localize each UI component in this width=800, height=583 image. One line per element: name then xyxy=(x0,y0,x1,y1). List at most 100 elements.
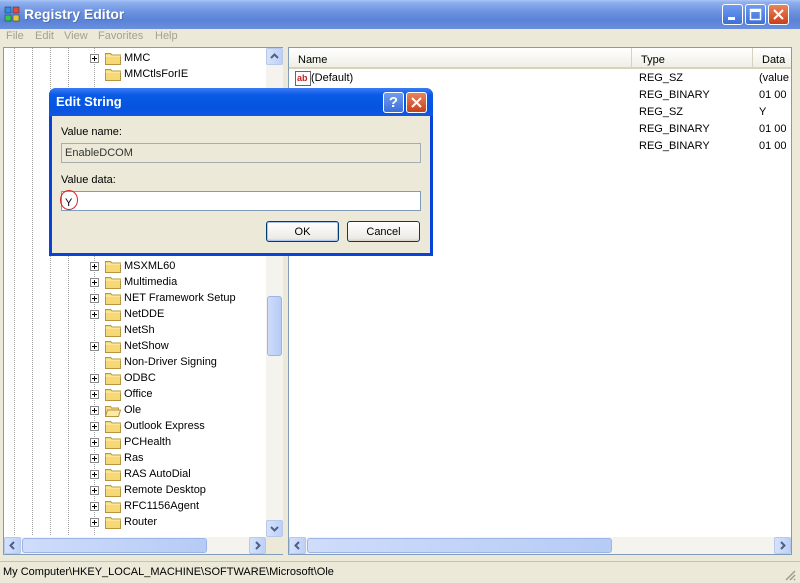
value-type: REG_BINARY xyxy=(639,89,710,101)
tree-item-label: NET Framework Setup xyxy=(124,292,236,304)
arrow-up-icon xyxy=(270,53,279,59)
folder-icon xyxy=(105,389,121,401)
minimize-button[interactable] xyxy=(722,4,743,25)
expand-toggle-icon[interactable] xyxy=(90,502,99,511)
folder-icon xyxy=(105,373,121,385)
edit-string-dialog[interactable]: Edit String ? Value name: EnableDCOM Val… xyxy=(49,88,433,256)
list-scroll-left-button[interactable] xyxy=(289,537,306,554)
window-title: Registry Editor xyxy=(24,6,125,22)
value-type: REG_BINARY xyxy=(639,123,710,135)
tree-item-label: Router xyxy=(124,516,158,528)
expand-toggle-icon[interactable] xyxy=(90,518,99,527)
folder-icon xyxy=(105,53,121,65)
tree-hscroll-thumb[interactable] xyxy=(22,538,207,553)
list-hscroll-thumb[interactable] xyxy=(307,538,612,553)
folder-icon xyxy=(105,309,121,321)
scroll-left-button[interactable] xyxy=(4,537,21,554)
expand-toggle-icon[interactable] xyxy=(90,390,99,399)
menu-bar: File Edit View Favorites Help xyxy=(0,29,800,46)
folder-icon xyxy=(105,293,121,305)
tree-horizontal-scrollbar[interactable] xyxy=(4,537,266,554)
arrow-right-icon xyxy=(255,541,261,550)
maximize-button[interactable] xyxy=(745,4,766,25)
close-icon xyxy=(411,97,422,108)
scroll-down-button[interactable] xyxy=(266,520,283,537)
value-name: (Default) xyxy=(311,72,354,84)
tree-item-label: NetShow xyxy=(124,340,169,352)
column-header-data[interactable]: Data xyxy=(753,48,791,69)
expand-toggle-icon[interactable] xyxy=(90,54,99,63)
tree-item-label: MMCtlsForIE xyxy=(124,68,189,80)
menu-help[interactable]: Help xyxy=(155,30,178,42)
folder-icon xyxy=(105,325,121,337)
expand-toggle-icon[interactable] xyxy=(90,422,99,431)
status-bar: My Computer\HKEY_LOCAL_MACHINE\SOFTWARE\… xyxy=(0,561,800,583)
column-header-type[interactable]: Type xyxy=(632,48,753,69)
menu-favorites[interactable]: Favorites xyxy=(98,30,143,42)
expand-toggle-icon[interactable] xyxy=(90,278,99,287)
menu-file[interactable]: File xyxy=(6,30,24,42)
ok-button[interactable]: OK xyxy=(266,221,339,242)
tree-scroll-thumb[interactable] xyxy=(267,296,282,356)
tree-item-label: Non-Driver Signing xyxy=(124,356,217,368)
list-scroll-right-button[interactable] xyxy=(774,537,791,554)
value-data: 01 00 xyxy=(759,140,787,152)
expand-toggle-icon[interactable] xyxy=(90,438,99,447)
tree-item-label: Office xyxy=(124,388,153,400)
arrow-down-icon xyxy=(270,526,279,532)
value-data-input[interactable] xyxy=(61,191,421,211)
folder-icon xyxy=(105,261,121,273)
tree-item-label: Remote Desktop xyxy=(124,484,206,496)
expand-toggle-icon[interactable] xyxy=(90,342,99,351)
expand-toggle-icon[interactable] xyxy=(90,406,99,415)
folder-icon xyxy=(105,69,121,81)
resize-grip-icon[interactable] xyxy=(783,568,796,581)
column-header-name[interactable]: Name xyxy=(289,48,632,69)
folder-icon xyxy=(105,277,121,289)
list-horizontal-scrollbar[interactable] xyxy=(289,537,791,554)
title-bar[interactable]: Registry Editor xyxy=(0,0,800,29)
value-type: REG_SZ xyxy=(639,72,684,84)
expand-toggle-icon[interactable] xyxy=(90,374,99,383)
expand-toggle-icon[interactable] xyxy=(90,454,99,463)
tree-item-label: NetSh xyxy=(124,324,155,336)
folder-icon xyxy=(105,485,121,497)
tree-item-label: Ras xyxy=(124,452,144,464)
scroll-up-button[interactable] xyxy=(266,48,283,65)
folder-icon xyxy=(105,437,121,449)
svg-text:ab: ab xyxy=(297,73,308,83)
value-data: (value xyxy=(759,72,789,84)
tree-guide-line xyxy=(14,48,15,535)
tree-item-label: RFC1156Agent xyxy=(124,500,200,512)
minimize-icon xyxy=(728,17,735,20)
folder-icon xyxy=(105,341,121,353)
folder-icon xyxy=(105,421,121,433)
close-window-button[interactable] xyxy=(768,4,789,25)
folder-icon xyxy=(105,453,121,465)
value-row[interactable]: ab (Default) REG_SZ (value xyxy=(289,70,791,87)
maximize-icon xyxy=(749,8,762,21)
tree-item-label: NetDDE xyxy=(124,308,165,320)
tree-item-label: PCHealth xyxy=(124,436,172,448)
open-folder-icon xyxy=(105,406,121,417)
menu-edit[interactable]: Edit xyxy=(35,30,54,42)
dialog-title-bar[interactable]: Edit String ? xyxy=(49,88,433,116)
dialog-help-button[interactable]: ? xyxy=(383,92,404,113)
arrow-right-icon xyxy=(780,541,786,550)
tree-item-label: ODBC xyxy=(124,372,156,384)
tree-item-label: Ole xyxy=(124,404,142,416)
value-data-label: Value data: xyxy=(61,174,116,186)
expand-toggle-icon[interactable] xyxy=(90,486,99,495)
dialog-close-button[interactable] xyxy=(406,92,427,113)
folder-icon xyxy=(105,517,121,529)
expand-toggle-icon[interactable] xyxy=(90,294,99,303)
menu-view[interactable]: View xyxy=(64,30,88,42)
expand-toggle-icon[interactable] xyxy=(90,262,99,271)
registry-editor-icon xyxy=(4,6,20,22)
highlight-circle xyxy=(60,190,78,210)
expand-toggle-icon[interactable] xyxy=(90,470,99,479)
value-name-label: Value name: xyxy=(61,126,122,138)
scroll-right-button[interactable] xyxy=(249,537,266,554)
expand-toggle-icon[interactable] xyxy=(90,310,99,319)
cancel-button[interactable]: Cancel xyxy=(347,221,420,242)
